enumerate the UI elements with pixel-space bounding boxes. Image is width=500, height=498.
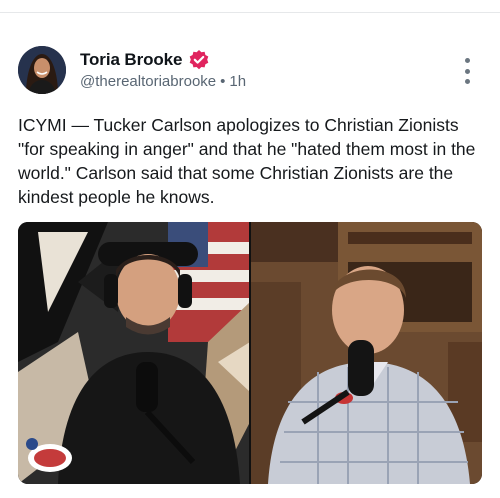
- more-dot: [464, 79, 470, 84]
- author-row: Toria Brooke: [80, 48, 210, 72]
- author-name[interactable]: Toria Brooke: [80, 50, 183, 70]
- author-avatar[interactable]: [18, 46, 66, 94]
- post-media[interactable]: [18, 222, 482, 484]
- separator-dot: •: [220, 73, 226, 90]
- top-divider: [0, 12, 500, 13]
- more-options-icon[interactable]: [458, 58, 476, 84]
- author-handle[interactable]: @therealtoriabrooke: [80, 73, 216, 90]
- more-dot: [464, 58, 470, 63]
- avatar-photo: [18, 46, 66, 94]
- video-thumbnail: [18, 222, 482, 484]
- handle-row: @therealtoriabrooke • 1h: [80, 73, 246, 90]
- post-text: ICYMI — Tucker Carlson apologizes to Chr…: [18, 115, 476, 207]
- more-dot: [464, 68, 470, 74]
- post-time[interactable]: 1h: [229, 73, 246, 90]
- verified-badge-icon: [188, 49, 210, 71]
